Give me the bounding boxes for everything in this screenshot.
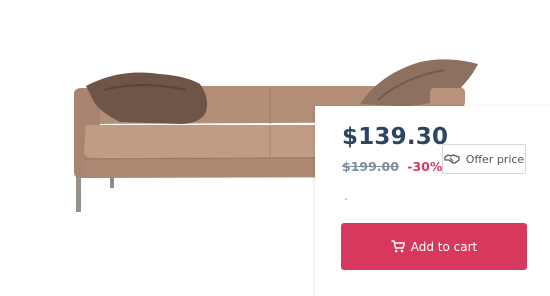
handshake-icon bbox=[444, 154, 460, 164]
offer-price-label: Offer price bbox=[465, 152, 525, 166]
original-price: $199.00 bbox=[342, 159, 399, 174]
discount-badge: -30% bbox=[407, 159, 443, 174]
current-price: $139.30 bbox=[342, 124, 449, 150]
add-to-cart-label: Add to cart bbox=[410, 239, 478, 254]
price-card: $139.30 $199.00 -30% Offer price Add to … bbox=[315, 106, 550, 296]
offer-price-button[interactable]: Offer price bbox=[442, 144, 526, 174]
price-comparison: $199.00 -30% bbox=[342, 159, 442, 174]
add-to-cart-button[interactable]: Add to cart bbox=[341, 223, 527, 270]
cart-icon bbox=[391, 240, 405, 253]
divider-dot bbox=[345, 198, 347, 200]
